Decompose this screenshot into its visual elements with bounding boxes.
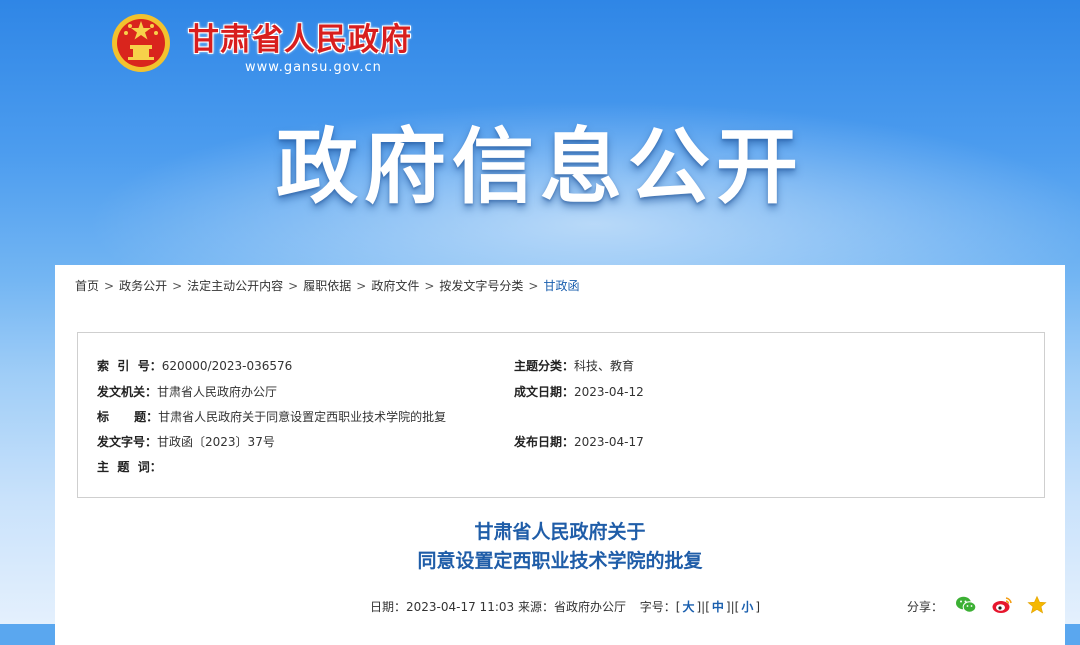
wechat-icon[interactable] (955, 595, 977, 615)
breadcrumb-separator: > (528, 279, 539, 293)
meta-written-date-row: 成文日期：2023-04-12 (514, 383, 644, 400)
breadcrumb-separator: > (172, 279, 183, 293)
meta-index-row: 索 引 号：620000/2023-036576 (97, 357, 292, 374)
favorite-star-icon[interactable] (1027, 595, 1047, 615)
date-source-text: 日期：2023-04-17 11:03 来源：省政府办公厅 (370, 600, 626, 614)
font-size-medium-button[interactable]: 中 (712, 600, 724, 614)
meta-publish-date-label: 发布日期： (514, 435, 575, 449)
breadcrumb-item-gov-documents[interactable]: 政府文件 (371, 279, 419, 293)
document-title-line-2: 同意设置定西职业技术学院的批复 (417, 550, 703, 572)
meta-written-date-label: 成文日期： (514, 385, 575, 399)
breadcrumb-separator: > (104, 279, 115, 293)
meta-publish-date-value: 2023-04-17 (574, 435, 644, 449)
breadcrumb-item-home[interactable]: 首页 (75, 279, 99, 293)
font-size-label: 字号： (639, 600, 676, 614)
meta-written-date-value: 2023-04-12 (574, 385, 644, 399)
meta-keywords-label: 主 题 词： (97, 460, 162, 474)
meta-doc-number-label: 发文字号： (97, 435, 158, 449)
banner-title: 政府信息公开 (275, 120, 804, 215)
meta-issuer-row: 发文机关：甘肃省人民政府办公厅 (97, 383, 277, 400)
site-name[interactable]: 甘肃省人民政府 (188, 14, 412, 59)
breadcrumb-item-duty-basis[interactable]: 履职依据 (303, 279, 351, 293)
document-title-line-1: 甘肃省人民政府关于 (474, 521, 646, 543)
meta-category-value: 科技、教育 (574, 359, 635, 373)
content-panel: 首页 > 政务公开 > 法定主动公开内容 > 履职依据 > 政府文件 > 按发文字号分类 > 甘政函 索… (55, 265, 1065, 645)
meta-publish-date-row: 发布日期：2023-04-17 (514, 433, 644, 450)
meta-doc-number-value: 甘政函〔2023〕37号 (157, 435, 275, 449)
meta-category-label: 主题分类： (514, 359, 575, 373)
font-size-small-button[interactable]: 小 (741, 600, 753, 614)
meta-title-label: 标 题： (97, 410, 159, 424)
font-size-controls: [大]|[中]|[小] (675, 600, 761, 614)
date-source-and-font-size: 日期：2023-04-17 11:03 来源：省政府办公厅 字号：[大]|[中]… (370, 598, 760, 615)
breadcrumb: 首页 > 政务公开 > 法定主动公开内容 > 履职依据 > 政府文件 > 按发文字号分类 > 甘政函 (75, 277, 579, 294)
share-icons (955, 595, 1047, 615)
breadcrumb-separator: > (424, 279, 435, 293)
breadcrumb-item-gov-affairs[interactable]: 政务公开 (119, 279, 167, 293)
meta-issuer-label: 发文机关： (97, 385, 158, 399)
site-url[interactable]: www.gansu.gov.cn (245, 60, 382, 75)
meta-category-row: 主题分类：科技、教育 (514, 357, 634, 374)
meta-index-value: 620000/2023-036576 (161, 359, 293, 373)
font-size-large-button[interactable]: 大 (682, 600, 694, 614)
share-label: 分享： (907, 600, 944, 614)
meta-title-row: 标 题：甘肃省人民政府关于同意设置定西职业技术学院的批复 (97, 408, 446, 425)
meta-issuer-value: 甘肃省人民政府办公厅 (157, 385, 278, 399)
national-emblem-icon[interactable] (110, 12, 172, 74)
meta-doc-number-row: 发文字号：甘政函〔2023〕37号 (97, 433, 275, 450)
breadcrumb-separator: > (288, 279, 299, 293)
breadcrumb-item-gan-zheng-han[interactable]: 甘政函 (543, 279, 579, 293)
meta-keywords-row: 主 题 词： (97, 458, 162, 475)
meta-title-value: 甘肃省人民政府关于同意设置定西职业技术学院的批复 (158, 410, 447, 424)
breadcrumb-item-by-doc-number[interactable]: 按发文字号分类 (439, 279, 523, 293)
breadcrumb-separator: > (356, 279, 367, 293)
weibo-icon[interactable] (991, 595, 1013, 615)
document-metadata-box: 索 引 号：620000/2023-036576 主题分类：科技、教育 发文机关… (77, 332, 1045, 498)
document-title: 甘肃省人民政府关于 同意设置定西职业技术学院的批复 (55, 518, 1065, 576)
breadcrumb-item-statutory-content[interactable]: 法定主动公开内容 (187, 279, 283, 293)
meta-index-label: 索 引 号： (97, 359, 162, 373)
